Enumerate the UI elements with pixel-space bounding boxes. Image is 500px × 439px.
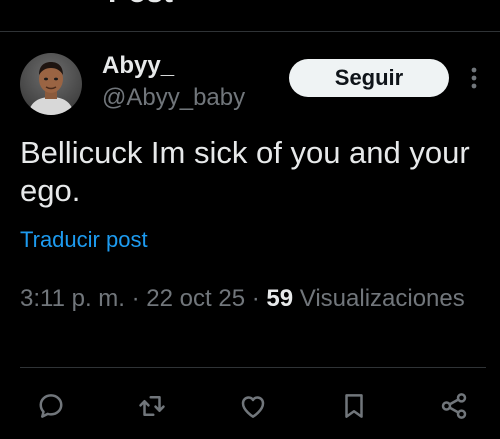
views-count: 59 <box>266 285 294 312</box>
page-title: Post <box>108 0 173 8</box>
more-options-button[interactable] <box>462 64 486 92</box>
action-bar <box>0 388 500 424</box>
meta-separator: · <box>131 285 140 312</box>
heart-icon <box>241 396 265 418</box>
post-meta: 3:11 p. m. · 22 oct 25 · 59 Visualizacio… <box>20 282 490 315</box>
avatar-image <box>20 53 82 115</box>
bookmark-button[interactable] <box>336 388 372 424</box>
translate-link[interactable]: Traducir post <box>20 226 148 254</box>
share-icon <box>441 393 467 419</box>
like-button[interactable] <box>235 388 271 424</box>
avatar[interactable] <box>20 53 82 115</box>
post-date[interactable]: 22 oct 25 <box>146 285 245 312</box>
header-divider <box>0 31 500 32</box>
reply-icon <box>39 394 63 418</box>
author-handle[interactable]: @Abyy_baby <box>102 84 245 112</box>
repost-button[interactable] <box>134 388 170 424</box>
more-vertical-icon <box>471 67 477 89</box>
share-button[interactable] <box>436 388 472 424</box>
reply-button[interactable] <box>33 388 69 424</box>
views-label: Visualizaciones <box>299 285 465 312</box>
bookmark-icon <box>345 394 363 418</box>
meta-separator: · <box>251 285 260 312</box>
actions-divider <box>20 367 486 368</box>
post-text: Bellicuck Im sick of you and your ego. <box>20 135 470 208</box>
repost-icon <box>139 396 165 416</box>
post-time[interactable]: 3:11 p. m. <box>20 285 125 312</box>
author-name[interactable]: Abyy_ <box>102 52 174 80</box>
follow-button[interactable]: Seguir <box>289 59 449 97</box>
